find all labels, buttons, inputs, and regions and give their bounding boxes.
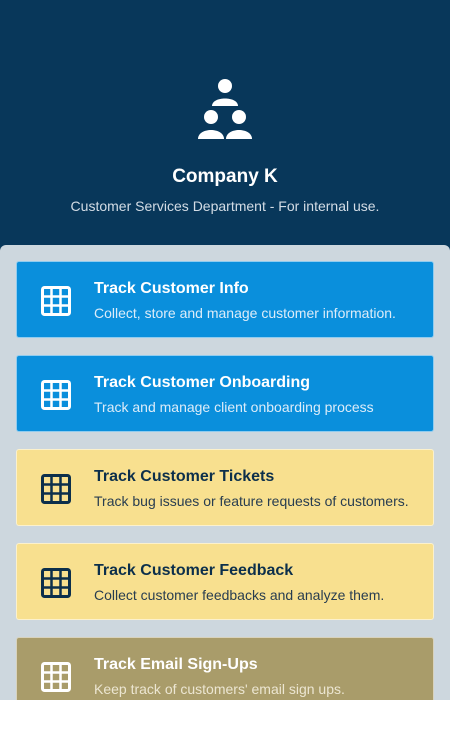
app-list-panel: Track Customer Info Collect, store and m… — [0, 245, 450, 700]
table-grid-icon — [41, 568, 71, 598]
app-title: Track Customer Onboarding — [94, 374, 311, 391]
app-card-customer-tickets[interactable]: Track Customer Tickets Track bug issues … — [16, 449, 434, 526]
app-card-customer-onboarding[interactable]: Track Customer Onboarding Track and mana… — [16, 355, 434, 432]
app-card-customer-feedback[interactable]: Track Customer Feedback Collect customer… — [16, 543, 434, 620]
app-title: Track Customer Info — [94, 280, 249, 297]
app-description: Keep track of customers' email sign ups. — [94, 681, 345, 697]
company-subtitle: Customer Services Department - For inter… — [70, 198, 380, 214]
team-people-icon — [198, 79, 252, 139]
table-grid-icon — [41, 286, 71, 316]
table-grid-icon — [41, 474, 71, 504]
company-header: Company K Customer Services Department -… — [0, 0, 450, 260]
table-grid-icon — [41, 662, 71, 692]
app-description: Track and manage client onboarding proce… — [94, 399, 374, 415]
app-description: Track bug issues or feature requests of … — [94, 493, 409, 509]
app-card-customer-info[interactable]: Track Customer Info Collect, store and m… — [16, 261, 434, 338]
company-name: Company K — [172, 166, 278, 187]
app-description: Collect customer feedbacks and analyze t… — [94, 587, 385, 603]
table-grid-icon — [41, 380, 71, 410]
app-title: Track Email Sign-Ups — [94, 656, 258, 673]
app-title: Track Customer Tickets — [94, 468, 275, 485]
app-description: Collect, store and manage customer infor… — [94, 305, 396, 321]
app-title: Track Customer Feedback — [94, 562, 294, 579]
app-card-email-signups[interactable]: Track Email Sign-Ups Keep track of custo… — [16, 637, 434, 700]
